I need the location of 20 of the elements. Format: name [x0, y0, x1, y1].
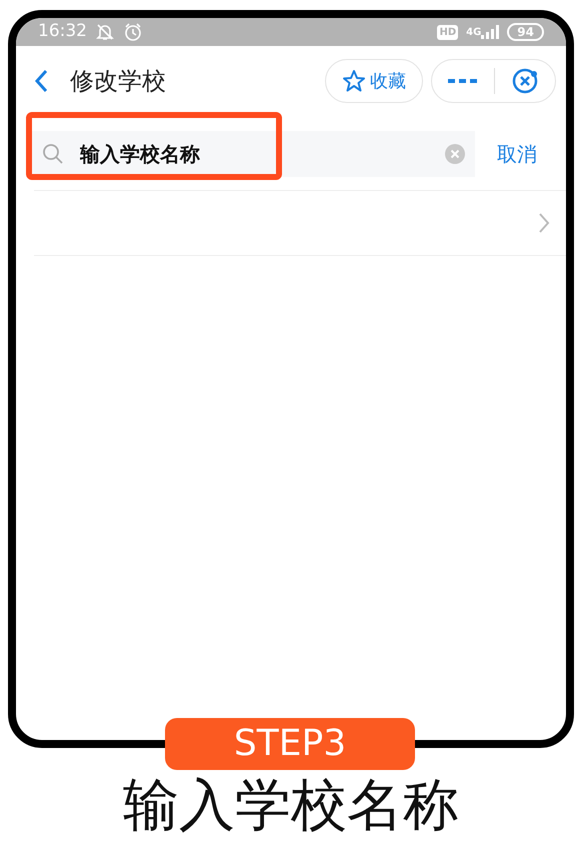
- back-icon[interactable]: [34, 69, 48, 93]
- page-title: 修改学校: [70, 66, 166, 97]
- cancel-button[interactable]: 取消: [497, 139, 537, 169]
- favorite-button[interactable]: 收藏: [325, 59, 423, 103]
- caption-text: 输入学校名称: [122, 778, 460, 834]
- alarm-icon: [123, 22, 143, 42]
- battery-indicator: 94: [507, 23, 544, 41]
- bell-muted-icon: [95, 22, 115, 42]
- step-badge: STEP3: [165, 718, 415, 770]
- hd-indicator: HD: [437, 24, 458, 40]
- signal-icon: [481, 25, 500, 39]
- network-type: 4G: [466, 26, 482, 40]
- more-icon[interactable]: [448, 77, 478, 85]
- search-field[interactable]: 输入学校名称: [32, 131, 475, 177]
- status-time: 16:32: [38, 20, 87, 44]
- search-icon: [42, 143, 64, 165]
- close-icon[interactable]: [511, 67, 539, 95]
- search-input[interactable]: 输入学校名称: [80, 139, 440, 169]
- star-icon: [342, 69, 366, 93]
- chevron-right-icon: [538, 212, 550, 234]
